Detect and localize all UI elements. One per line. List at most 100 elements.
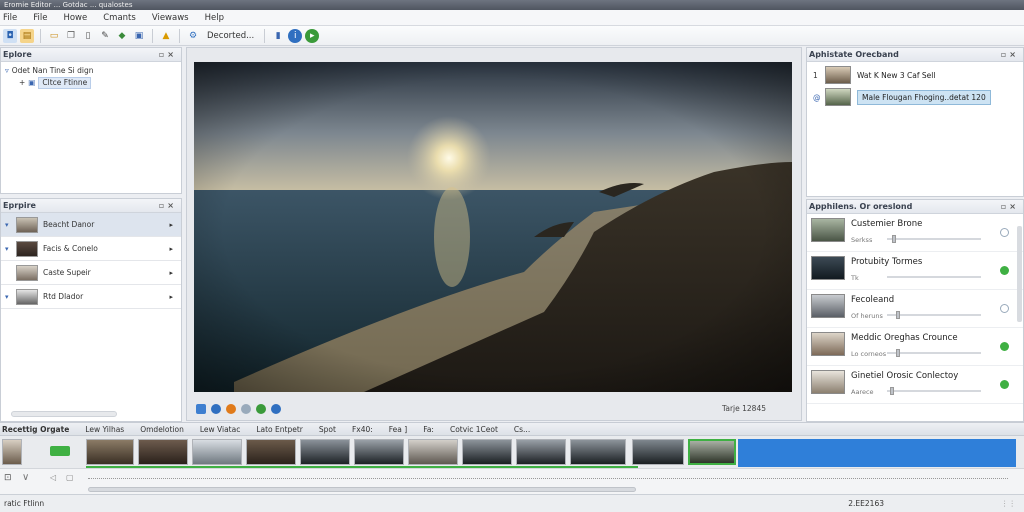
vertical-scrollbar[interactable]: [1017, 226, 1022, 322]
slider-knob[interactable]: [891, 235, 896, 243]
document-icon[interactable]: ▯: [81, 29, 95, 43]
timeline-tab[interactable]: Recettig Orgate: [0, 425, 77, 434]
timeline-clip-selected[interactable]: [688, 439, 736, 465]
panel-controls[interactable]: ▫×: [1001, 200, 1019, 214]
timeline-ruler[interactable]: ⊡ ∨ ◁ ▢: [0, 468, 1024, 494]
arrow-right-icon[interactable]: ▸: [169, 269, 173, 277]
appliance-item[interactable]: Custemier Brone Serkss: [807, 214, 1023, 252]
menu-comments[interactable]: Cmants: [95, 13, 144, 23]
menu-help[interactable]: Help: [197, 13, 232, 23]
status-on-icon[interactable]: [1000, 380, 1009, 389]
appliance-slider[interactable]: [887, 235, 981, 243]
bookmark-icon[interactable]: ▮: [271, 29, 285, 43]
tree-item[interactable]: + ▣ Cltce Ftinne: [1, 77, 181, 89]
check-icon[interactable]: ∨: [22, 472, 29, 483]
ruler-scrollbar[interactable]: [88, 487, 636, 492]
scissors-icon[interactable]: ⊡: [4, 473, 12, 483]
timeline-tab[interactable]: Fea ]: [381, 425, 415, 434]
timeline-tab[interactable]: Cs...: [506, 425, 538, 434]
timeline-clip[interactable]: [246, 439, 296, 465]
timeline-tab[interactable]: Spot: [311, 425, 344, 434]
grip-icon[interactable]: ⋮⋮: [1001, 495, 1016, 512]
appliance-slider[interactable]: [887, 311, 981, 319]
save-icon[interactable]: ▣: [132, 29, 146, 43]
expand-icon[interactable]: ▿: [5, 65, 9, 77]
arrow-right-icon[interactable]: ▸: [169, 293, 173, 301]
tree-item[interactable]: ▿ Odet Nan Tine Si dign: [1, 65, 181, 77]
slider-knob[interactable]: [896, 311, 901, 319]
stop-icon[interactable]: [226, 404, 236, 414]
copy-icon[interactable]: ❐: [64, 29, 78, 43]
timeline-clip[interactable]: [354, 439, 404, 465]
menu-views[interactable]: Viewaws: [144, 13, 197, 23]
play-icon[interactable]: [256, 404, 266, 414]
tag-icon[interactable]: ◆: [115, 29, 129, 43]
timeline-tab[interactable]: Lew Yilhas: [77, 425, 132, 434]
timeline-tab[interactable]: Fa:: [415, 425, 442, 434]
panel-controls[interactable]: ▫×: [159, 199, 177, 213]
timeline-clip[interactable]: [462, 439, 512, 465]
new-icon[interactable]: ◘: [3, 28, 17, 43]
arrow-right-icon[interactable]: ▸: [169, 245, 173, 253]
timeline-clip[interactable]: [192, 439, 242, 465]
horizontal-scrollbar[interactable]: [11, 411, 117, 417]
timeline-tab[interactable]: Cotvic 1Ceot: [442, 425, 506, 434]
timeline-tab[interactable]: Lato Entpetr: [248, 425, 311, 434]
sun-icon[interactable]: [241, 404, 251, 414]
menu-file[interactable]: File: [0, 13, 25, 23]
folder-icon[interactable]: ▭: [47, 29, 61, 43]
appliance-slider[interactable]: [887, 349, 981, 357]
settings-icon[interactable]: ⚙: [186, 29, 200, 43]
status-on-icon[interactable]: [1000, 342, 1009, 351]
plus-icon[interactable]: +: [19, 77, 25, 89]
subtitle-item[interactable]: @ Male Flougan Fhoging..detat 120: [807, 86, 1023, 108]
window-icon[interactable]: [196, 404, 206, 414]
open-icon[interactable]: ▤: [20, 28, 34, 43]
menu-file-2[interactable]: File: [25, 13, 55, 23]
pen-icon[interactable]: ✎: [98, 29, 112, 43]
panel-controls[interactable]: ▫×: [159, 48, 177, 62]
timeline-clip[interactable]: [138, 439, 188, 465]
timeline-clip[interactable]: [300, 439, 350, 465]
episode-item[interactable]: ▾ Facis & Conelo ▸: [1, 237, 181, 261]
appliance-slider[interactable]: [887, 387, 981, 395]
appliance-item[interactable]: Meddic Oreghas Crounce Lo corneos: [807, 328, 1023, 366]
timeline-tab[interactable]: Lew Viatac: [192, 425, 249, 434]
track-head-thumbnail: [2, 439, 22, 465]
panel-controls[interactable]: ▫×: [1001, 48, 1019, 62]
slider-knob[interactable]: [889, 387, 894, 395]
info-icon[interactable]: i: [288, 28, 303, 43]
timeline-clip[interactable]: [516, 439, 566, 465]
slider-knob[interactable]: [896, 349, 901, 357]
lock-icon[interactable]: ▢: [66, 473, 74, 482]
record-icon[interactable]: [211, 404, 221, 414]
appliance-item[interactable]: Ginetiel Orosic Conlectoy Aarece: [807, 366, 1023, 404]
timeline-selection[interactable]: [738, 439, 1016, 467]
appliance-item[interactable]: Protubity Tormes Tk: [807, 252, 1023, 290]
appliance-thumbnail: [811, 332, 845, 356]
video-viewer[interactable]: [194, 62, 792, 392]
timeline-tab[interactable]: Fx40:: [344, 425, 381, 434]
warning-icon[interactable]: ▲: [159, 29, 173, 43]
arrow-right-icon[interactable]: ▸: [169, 221, 173, 229]
appliance-item[interactable]: Fecoleand Of heruns: [807, 290, 1023, 328]
time-ruler-track[interactable]: [88, 477, 1008, 479]
left-arrow-icon[interactable]: ◁: [50, 473, 56, 482]
toolbar-label[interactable]: Decorted...: [203, 31, 258, 41]
episode-item[interactable]: ▾ Beacht Danor ▸: [1, 213, 181, 237]
episode-item[interactable]: Caste Supeir ▸: [1, 261, 181, 285]
play-icon[interactable]: ▸: [305, 28, 320, 43]
menu-home[interactable]: Howe: [55, 13, 95, 23]
info-icon[interactable]: [271, 404, 281, 414]
status-on-icon[interactable]: [1000, 266, 1009, 275]
status-off-icon[interactable]: [1000, 304, 1009, 313]
appliance-slider[interactable]: [887, 276, 981, 278]
timeline-clip[interactable]: [570, 439, 626, 465]
timeline-clip[interactable]: [632, 439, 684, 465]
timeline-clip[interactable]: [86, 439, 134, 465]
timeline-tab[interactable]: Omdelotion: [132, 425, 192, 434]
timeline-clip[interactable]: [408, 439, 458, 465]
episode-item[interactable]: ▾ Rtd Dlador ▸: [1, 285, 181, 309]
status-off-icon[interactable]: [1000, 228, 1009, 237]
subtitle-item[interactable]: 1 Wat K New 3 Caf Sell: [807, 64, 1023, 86]
